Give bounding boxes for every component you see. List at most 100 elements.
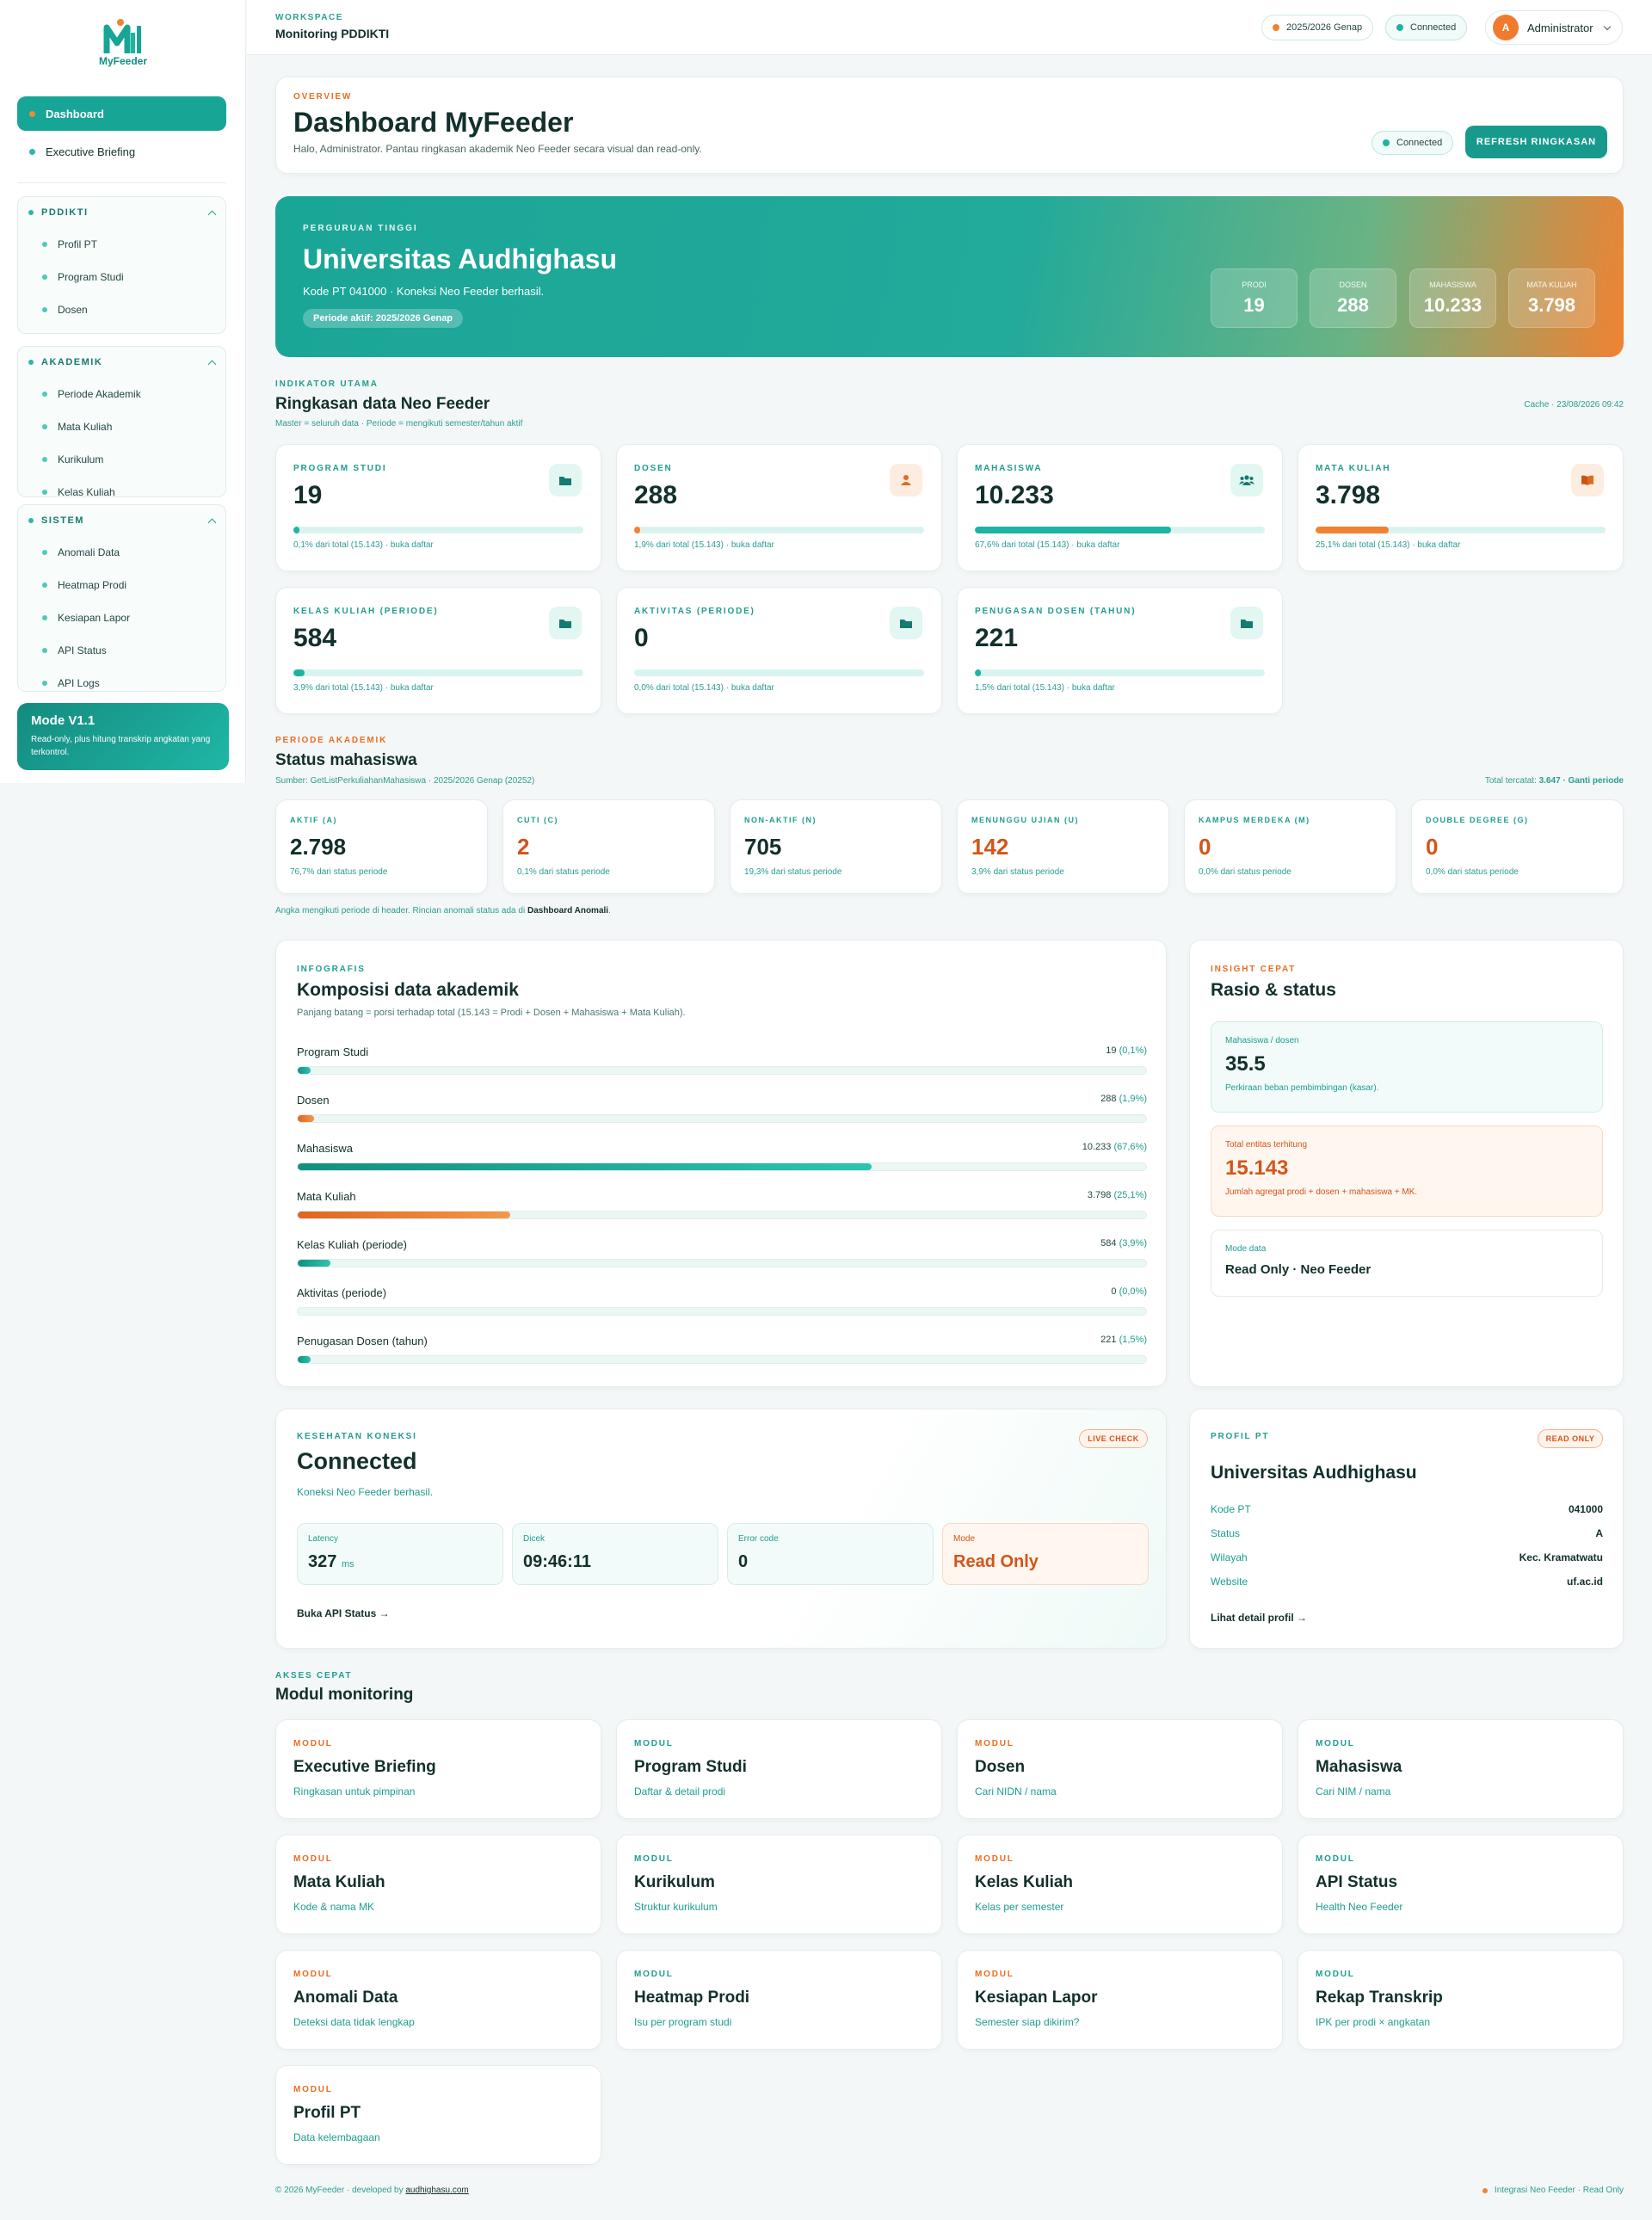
hero-stat-label: PRODI	[1242, 281, 1267, 289]
sidebar-item-kesiapan-lapor[interactable]: Kesiapan Lapor	[18, 601, 225, 634]
profile-card: PROFIL PT READ ONLY Universitas Audhigha…	[1189, 1409, 1624, 1649]
status-note: 0,1% dari status periode	[517, 867, 610, 877]
module-label: MODUL	[1316, 1970, 1355, 1979]
kpi-card-program-studi[interactable]: PROGRAM STUDI 19 0,1% dari total (15.143) …	[275, 444, 601, 571]
group-header-sistem[interactable]: SISTEM	[18, 505, 225, 536]
sidebar-item-program-studi[interactable]: Program Studi	[18, 261, 225, 293]
composition-pct: (25,1%)	[1113, 1190, 1147, 1200]
insight-mode: Mode data Read Only · Neo Feeder	[1211, 1230, 1603, 1297]
sidebar-item-profil-pt[interactable]: Profil PT	[18, 228, 225, 261]
kpi-card-mahasiswa[interactable]: MAHASISWA 10.233 67,6% dari total (15.143)…	[957, 444, 1283, 571]
dot-icon	[1273, 24, 1279, 31]
hero-stat-value: 19	[1243, 294, 1265, 316]
sidebar-item-label: Kelas Kuliah	[58, 486, 115, 497]
user-name: Administrator	[1527, 21, 1593, 34]
module-card-kelas-kuliah[interactable]: MODUL Kelas Kuliah Kelas per semester	[957, 1835, 1283, 1934]
status-total[interactable]: Total tercatat: 3.647 · Ganti periode	[1485, 776, 1624, 786]
live-check-badge: LIVE CHECK	[1079, 1429, 1148, 1448]
module-card-kesiapan-lapor[interactable]: MODUL Kesiapan Lapor Semester siap dikirim…	[957, 1950, 1283, 2050]
refresh-button[interactable]: REFRESH RINGKASAN	[1465, 126, 1607, 158]
sidebar-item-label: API Logs	[58, 677, 100, 689]
module-card-program-studi[interactable]: MODUL Program Studi Daftar & detail prodi	[616, 1719, 942, 1819]
module-desc: IPK per prodi × angkatan	[1316, 2016, 1431, 2028]
folder-icon	[549, 607, 582, 639]
dot-icon	[42, 583, 47, 588]
mode-desc: Read-only, plus hitung transkrip angkata…	[31, 735, 211, 757]
overview-card: OVERVIEW Dashboard MyFeeder Halo, Admini…	[275, 77, 1624, 174]
module-card-executive-briefing[interactable]: MODUL Executive Briefing Ringkasan untuk p…	[275, 1719, 601, 1819]
group-header-akademik[interactable]: AKADEMIK	[18, 347, 225, 378]
change-period-link[interactable]: · Ganti periode	[1561, 776, 1624, 786]
insight-ratio: Mahasiswa / dosen 35.5 Perkiraan beban p…	[1211, 1021, 1603, 1113]
period-pill[interactable]: 2025/2026 Genap	[1261, 15, 1374, 40]
status-footnote: Angka mengikuti periode di header. Rinci…	[275, 906, 611, 916]
module-desc: Kelas per semester	[975, 1901, 1064, 1913]
status-note: 19,3% dari status periode	[744, 867, 842, 877]
module-card-kurikulum[interactable]: MODUL Kurikulum Struktur kurikulum	[616, 1835, 942, 1934]
kpi-note: 0,0% dari total (15.143) · buka daftar	[634, 683, 774, 693]
hero-stat-label: DOSEN	[1339, 281, 1367, 289]
module-card-heatmap-prodi[interactable]: MODUL Heatmap Prodi Isu per program studi	[616, 1950, 942, 2050]
sidebar-item-api-status[interactable]: API Status	[18, 634, 225, 667]
kpi-progress-fill	[293, 669, 305, 676]
module-card-mata-kuliah[interactable]: MODUL Mata Kuliah Kode & nama MK	[275, 1835, 601, 1934]
open-api-status-link[interactable]: Buka API Status →	[297, 1607, 390, 1619]
sidebar-item-label: Periode Akademik	[58, 388, 141, 400]
kpi-card-kelas-kuliah-periode[interactable]: KELAS KULIAH (PERIODE) 584 3,9% dari total…	[275, 587, 601, 714]
dot-icon	[28, 210, 34, 215]
metric-unit: ms	[341, 1559, 354, 1569]
modules-title: Modul monitoring	[275, 1686, 414, 1704]
nav-dashboard[interactable]: Dashboard	[17, 96, 226, 131]
brand-logo[interactable]: MyFeeder	[95, 17, 151, 67]
kpi-card-aktivitas-periode[interactable]: AKTIVITAS (PERIODE) 0 0,0% dari total (15.…	[616, 587, 942, 714]
module-desc: Deteksi data tidak lengkap	[293, 2016, 415, 2028]
dot-icon	[42, 648, 47, 653]
sidebar-item-periode-akademik[interactable]: Periode Akademik	[18, 378, 225, 410]
metric-value: 0	[738, 1552, 749, 1571]
module-label: MODUL	[293, 1854, 333, 1864]
university-hero: PERGURUAN TINGGI Universitas Audhighasu …	[275, 196, 1624, 357]
composition-row-mata-kuliah: Mata Kuliah 3.798 (25,1%)	[297, 1190, 1147, 1221]
sidebar-item-mata-kuliah[interactable]: Mata Kuliah	[18, 410, 225, 443]
status-card-cuti-c: CUTI (C) 2 0,1% dari status periode	[502, 799, 715, 894]
status-label: KAMPUS MERDEKA (M)	[1199, 816, 1310, 824]
kpi-progress-track	[634, 669, 924, 676]
overview-label: OVERVIEW	[293, 92, 353, 102]
nav-executive-briefing[interactable]: Executive Briefing	[17, 134, 226, 169]
dot-icon	[42, 681, 47, 686]
sidebar-item-dosen[interactable]: Dosen	[18, 293, 225, 326]
status-label: DOUBLE DEGREE (G)	[1426, 816, 1529, 824]
composition-name: Aktivitas (periode)	[297, 1286, 387, 1299]
hero-stat-value: 3.798	[1527, 294, 1576, 316]
kpi-card-penugasan-dosen-tahun[interactable]: PENUGASAN DOSEN (TAHUN) 221 1,5% dari tota…	[957, 587, 1283, 714]
user-menu[interactable]: A Administrator	[1485, 10, 1623, 45]
anomaly-dashboard-link[interactable]: Dashboard Anomali	[527, 906, 608, 916]
group-header-pddikti[interactable]: PDDIKTI	[18, 197, 225, 228]
kpi-card-dosen[interactable]: DOSEN 288 1,9% dari total (15.143) · buka …	[616, 444, 942, 571]
sidebar-item-kelas-kuliah[interactable]: Kelas Kuliah	[18, 476, 225, 497]
module-card-mahasiswa[interactable]: MODUL Mahasiswa Cari NIM / nama	[1298, 1719, 1624, 1819]
module-card-dosen[interactable]: MODUL Dosen Cari NIDN / nama	[957, 1719, 1283, 1819]
kpi-card-mata-kuliah[interactable]: MATA KULIAH 3.798 25,1% dari total (15.143…	[1298, 444, 1624, 571]
insight-mode-label: Mode data	[1225, 1244, 1267, 1254]
sidebar-item-anomali-data[interactable]: Anomali Data	[18, 536, 225, 569]
sidebar-item-label: Profil PT	[58, 238, 98, 250]
module-card-rekap-transkrip[interactable]: MODUL Rekap Transkrip IPK per prodi × angk…	[1298, 1950, 1624, 2050]
module-card-api-status[interactable]: MODUL API Status Health Neo Feeder	[1298, 1835, 1624, 1934]
connection-pill[interactable]: Connected	[1385, 15, 1468, 40]
status-note: 76,7% dari status periode	[290, 867, 388, 877]
sidebar: MyFeeder Dashboard Executive Briefing PD…	[0, 0, 246, 783]
module-desc: Data kelembagaan	[293, 2131, 380, 2143]
composition-card: INFOGRAFIS Komposisi data akademik Panja…	[275, 940, 1167, 1387]
sidebar-item-kurikulum[interactable]: Kurikulum	[18, 443, 225, 476]
module-title: Anomali Data	[293, 1989, 398, 2007]
sidebar-item-api-logs[interactable]: API Logs	[18, 667, 225, 691]
module-card-profil-pt[interactable]: MODUL Profil PT Data kelembagaan	[275, 2065, 601, 2165]
composition-label: INFOGRAFIS	[297, 965, 366, 974]
profile-detail-link[interactable]: Lihat detail profil →	[1211, 1612, 1307, 1624]
profile-value: A	[1595, 1527, 1603, 1539]
module-card-anomali-data[interactable]: MODUL Anomali Data Deteksi data tidak leng…	[275, 1950, 601, 2050]
footer-developer-link[interactable]: audhighasu.com	[405, 2186, 468, 2195]
sidebar-item-heatmap-prodi[interactable]: Heatmap Prodi	[18, 569, 225, 601]
hero-subtitle: Kode PT 041000 · Koneksi Neo Feeder berh…	[303, 285, 545, 298]
